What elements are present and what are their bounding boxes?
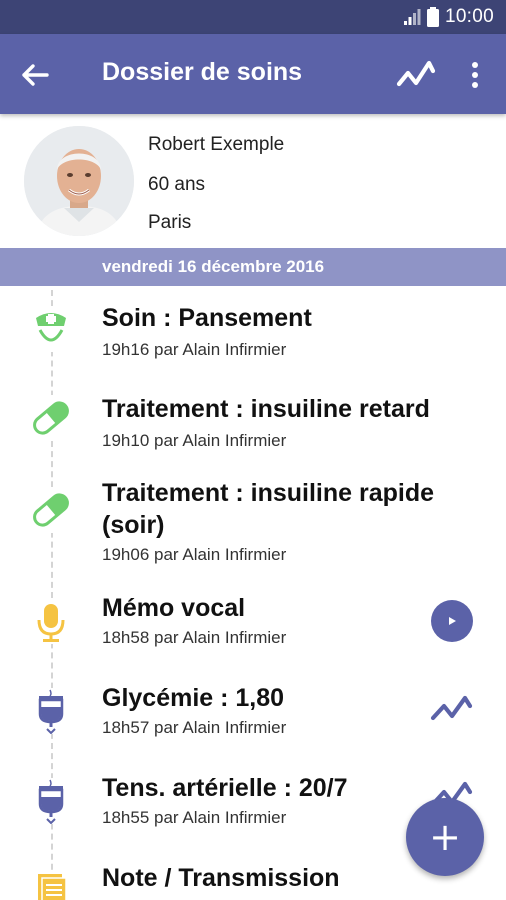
patient-name: Robert Exemple [148,134,285,155]
signal-icon [403,9,421,25]
note-icon [28,870,74,900]
entry-title: Soin : Pansement [102,304,312,332]
arrow-left-icon[interactable] [18,58,52,92]
iv-drip-icon [28,688,74,734]
date-header: vendredi 16 décembre 2016 [0,248,506,286]
chart-line-icon[interactable] [430,692,474,726]
iv-drip-icon [28,778,74,824]
entry-title: Traitement : insuiline retard [102,395,430,423]
plus-icon: + [429,815,461,859]
app-bar: Dossier de soins [0,34,506,114]
timeline-entry[interactable]: Traitement : insuiline retard 19h10 par … [0,393,506,463]
entry-title: Glycémie : 1,80 [102,684,285,712]
status-time: 10:00 [444,6,494,27]
more-vertical-icon[interactable] [462,58,488,92]
timeline-entry[interactable]: Soin : Pansement 19h16 par Alain Infirmi… [0,302,506,376]
microphone-icon [28,598,74,644]
entry-meta: 19h06 par Alain Infirmier [102,545,287,564]
timeline-entry[interactable]: Traitement : insuiline rapide (soir) 19h… [0,477,506,573]
entry-meta: 18h57 par Alain Infirmier [102,718,287,737]
battery-icon [426,7,439,27]
entry-title: Mémo vocal [102,594,246,622]
entry-meta: 18h55 par Alain Infirmier [102,808,287,827]
pill-icon [28,487,74,533]
play-icon[interactable] [431,600,473,642]
add-entry-button[interactable]: + [406,798,484,876]
status-bar: 10:00 [0,0,506,34]
page-title: Dossier de soins [102,58,303,86]
timeline-entry[interactable]: Mémo vocal 18h58 par Alain Infirmier [0,592,506,662]
entry-meta: 18h58 par Alain Infirmier [102,628,287,647]
entry-meta: 19h10 par Alain Infirmier [102,431,287,450]
patient-city: Paris [148,212,192,233]
pill-icon [28,395,74,441]
timeline-entry[interactable]: Glycémie : 1,80 18h57 par Alain Infirmie… [0,682,506,752]
nurse-icon [28,306,74,352]
entry-title: Traitement : insuiline rapide (soir) [102,479,435,539]
chart-line-icon[interactable] [396,58,436,92]
avatar [24,126,134,236]
patient-age: 60 ans [148,174,206,195]
status-icons: 10:00 [403,6,494,28]
patient-card[interactable]: Robert Exemple 60 ans Paris [0,114,506,248]
entry-meta: 19h16 par Alain Infirmier [102,340,287,359]
